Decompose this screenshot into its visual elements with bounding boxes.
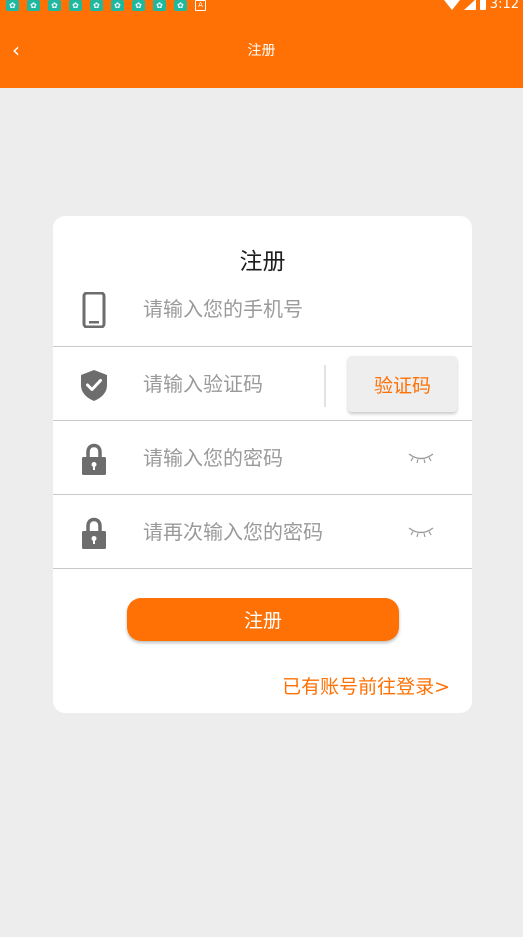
notification-icon: ✿ <box>132 0 145 11</box>
notification-icon: ✿ <box>27 0 40 11</box>
shield-check-icon <box>81 370 107 401</box>
wifi-icon <box>443 0 460 10</box>
code-row: 验证码 <box>53 347 472 421</box>
phone-icon <box>82 292 106 328</box>
notification-icons: ✿ ✿ ✿ ✿ ✿ ✿ ✿ ✿ ✿ A <box>6 0 206 11</box>
lock-icon <box>82 517 106 549</box>
form-title: 注册 <box>239 249 286 275</box>
lock-icon <box>82 443 106 475</box>
get-code-button[interactable]: 验证码 <box>348 356 457 412</box>
password-row <box>53 421 472 495</box>
eye-closed-icon[interactable] <box>407 449 435 465</box>
login-link[interactable]: 已有账号前往登录> <box>282 672 450 699</box>
register-card: 注册 验证码 <box>53 216 472 713</box>
confirm-password-row <box>53 495 472 569</box>
notification-icon: ✿ <box>111 0 124 11</box>
status-bar: ✿ ✿ ✿ ✿ ✿ ✿ ✿ ✿ ✿ A 3:12 <box>0 0 523 14</box>
page-title: 注册 <box>247 43 276 59</box>
notification-icon: ✿ <box>90 0 103 11</box>
phone-row <box>53 272 472 347</box>
phone-input[interactable] <box>143 294 373 324</box>
notification-icon: ✿ <box>174 0 187 11</box>
divider <box>324 365 326 407</box>
status-right: 3:12 <box>443 0 519 12</box>
confirm-password-input[interactable] <box>143 517 373 547</box>
register-button[interactable]: 注册 <box>127 598 399 641</box>
code-input[interactable] <box>143 369 373 399</box>
notification-icon: ✿ <box>6 0 19 11</box>
notification-icon: ✿ <box>153 0 166 11</box>
notification-icon: ✿ <box>48 0 61 11</box>
password-input[interactable] <box>143 443 373 473</box>
a-icon: A <box>195 0 206 11</box>
signal-icon <box>463 0 476 10</box>
status-time: 3:12 <box>489 0 519 12</box>
app-header: ✿ ✿ ✿ ✿ ✿ ✿ ✿ ✿ ✿ A 3:12 ‹ 注册 <box>0 0 523 88</box>
eye-closed-icon[interactable] <box>407 523 435 539</box>
notification-icon: ✿ <box>69 0 82 11</box>
battery-icon <box>479 0 486 10</box>
